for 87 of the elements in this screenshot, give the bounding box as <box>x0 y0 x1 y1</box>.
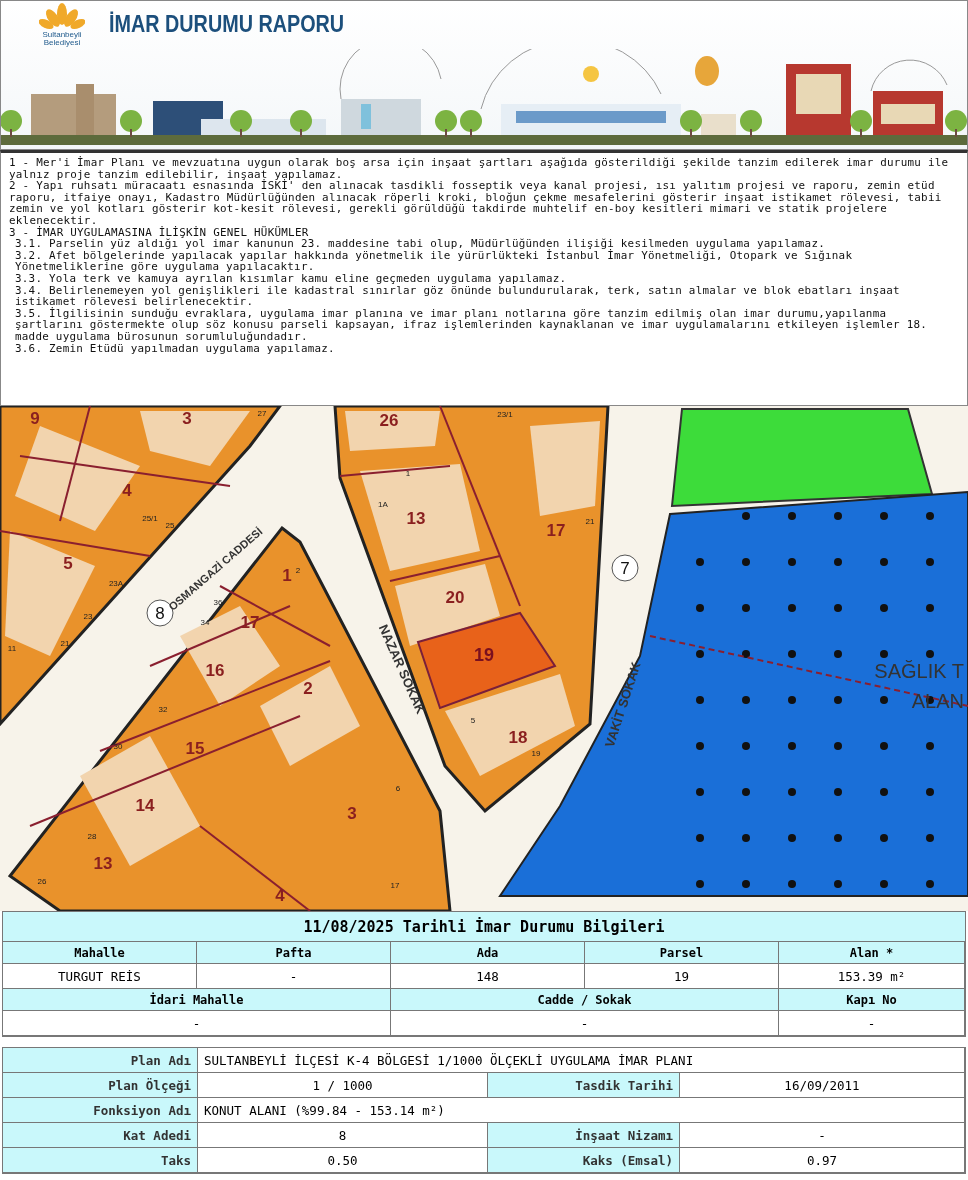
door-number: 27 <box>257 409 267 418</box>
field-label: Kat Adedi <box>3 1123 198 1148</box>
field-label: Fonksiyon Adı <box>3 1098 198 1123</box>
door-number: 6 <box>395 784 401 793</box>
table-cell: TURGUT REİS <box>3 964 197 989</box>
door-number: 28 <box>87 832 97 841</box>
door-number: 1 <box>405 469 411 478</box>
parcel-number: 4 <box>275 886 285 905</box>
parcel-number: 19 <box>474 645 494 665</box>
note-paragraph: 2 - Yapı ruhsatı müracaatı esnasında İSKİ' den alınacak tasdikli fosseptik veya kanal projesi, ısı yalıtım projesi ve raporu, zemin etüd raporu, itfaiye onayı, Kadastro Müdürlüğünden alınacak röperli kroki, bloğun çekme mesafelerini gösterir inşaat istikamet rölevesi, tabii zemin ve yol kotları gösterir kot-kesit rölevesi, gerekli görüldüğü takdirde muhtelif en-boy kesitleri mimari ve statik projelere eklenecektir. <box>9 180 943 227</box>
note-paragraph: 3.2. Afet bölgelerinde yapılacak yapılar hakkında yönetmelik ile yürürlükteki İstanbul İmar Yönetmeliği, Otopark ve Sığınak Yönetmeliklerine göre uygulama yapılacaktır. <box>14 249 854 273</box>
door-number: 5 <box>470 716 476 725</box>
note-paragraph: 3.4. Belirlenemeyen yol genişlikleri ile kadastral sınırlar göz önünde bulundurularak, terk, satın almalar ve blok ebatları inşaat istikamet rölevesi belirlenecektir. <box>14 284 901 308</box>
door-number: 17 <box>390 881 400 890</box>
note-paragraph: 3.5. İlgilisinin sunduğu evraklara, uygulama imar planına ve imar planı notlarına göre tanzim edilmiş olan imar durumu,yapılanma şartlarını göstermekte olup söz konusu parseli kapsayan, ifraz işlemlerinden kaynaklanan ve imar uygulamalarını etkileyen işlemler 18. madde uygulama bürosunun sorumluluğundadır. <box>14 307 929 343</box>
field-value: 0.97 <box>680 1148 965 1173</box>
logo-text: Sultanbeyli <box>42 31 82 39</box>
table-cell: - <box>197 964 391 989</box>
parcel-number: 18 <box>508 728 528 747</box>
field-label: Taks <box>3 1148 198 1173</box>
door-number: 23/1 <box>497 410 513 419</box>
door-number: 26 <box>37 877 47 886</box>
field-label: İnşaat Nizamı <box>488 1123 680 1148</box>
door-number: 19 <box>531 749 541 758</box>
parcel-number: 3 <box>182 409 192 428</box>
report-title: İMAR DURUMU RAPORU <box>109 11 345 38</box>
door-number: 23A <box>108 579 124 588</box>
table-cell: - <box>3 1011 391 1036</box>
parcel-number: 2 <box>303 679 313 698</box>
parcel-number: 4 <box>122 481 132 500</box>
field-value: 8 <box>198 1123 488 1148</box>
parcel-number: 20 <box>445 588 465 607</box>
area-label: ALAN <box>911 690 964 712</box>
note-paragraph: 3.3. Yola terk ve kamuya ayrılan kısımlar kamu eline geçmeden uygulama yapılamaz. <box>14 272 568 285</box>
parcel-number: 3 <box>347 804 357 823</box>
column-header: Pafta <box>197 942 391 964</box>
field-value: 1 / 1000 <box>198 1073 488 1098</box>
note-paragraph: 1 - Mer'i İmar Planı ve mevzuatına uygun olarak boş arsa için inşaat şartları aşağıda gösterildiği şekilde tanzim edilerek imar durumu ile yalnız proje tanzim edilebilir, inşaat yapılamaz. <box>9 157 950 181</box>
area-label: SAĞLIK T <box>874 660 964 682</box>
table-cell: 19 <box>585 964 779 989</box>
parcel-number: 15 <box>185 739 205 758</box>
parcel-number: 5 <box>63 554 73 573</box>
field-value: - <box>680 1123 965 1148</box>
parcel-number: 16 <box>205 661 225 680</box>
parcel-number: 14 <box>135 796 155 815</box>
door-number: 11 <box>7 644 17 653</box>
note-paragraph: 3 - İMAR UYGULAMASINA İLİŞKİN GENEL HÜKÜMLER <box>9 226 310 239</box>
table-title: 11/08/2025 Tarihli İmar Durumu Bilgileri <box>3 912 965 942</box>
parcel-number: 1 <box>282 566 292 585</box>
door-number: 2 <box>295 566 301 575</box>
door-number: 1A <box>378 500 388 509</box>
parcel-number: 13 <box>406 509 426 528</box>
door-number: 32 <box>158 705 168 714</box>
door-number: 30 <box>113 742 123 751</box>
field-label: Kaks (Emsal) <box>488 1148 680 1173</box>
flower-logo-icon <box>39 3 85 31</box>
field-value: 16/09/2011 <box>680 1073 965 1098</box>
logo-text: Belediyesi <box>43 39 81 47</box>
column-header: Ada <box>391 942 585 964</box>
table-cell: - <box>779 1011 965 1036</box>
column-header: Kapı No <box>779 989 965 1011</box>
field-label: Tasdik Tarihi <box>488 1073 680 1098</box>
column-header: Parsel <box>585 942 779 964</box>
door-number: 34 <box>200 618 210 627</box>
field-value: 0.50 <box>198 1148 488 1173</box>
field-label: Plan Adı <box>3 1048 198 1073</box>
table-cell: 153.39 m² <box>779 964 965 989</box>
note-paragraph: 3.6. Zemin Etüdü yapılmadan uygulama yapılamaz. <box>14 342 336 355</box>
note-paragraph: 3.1. Parselin yüz aldığı yol imar kanunun 23. maddesine tabi olup, Müdürlüğünden ilişiği kesilmeden uygulama yapılamaz. <box>14 238 825 250</box>
parcel-number: 17 <box>546 521 566 540</box>
table-cell: 148 <box>391 964 585 989</box>
column-header: Alan * <box>779 942 965 964</box>
door-number: 25/1 <box>142 514 158 523</box>
door-number: 23 <box>83 612 93 621</box>
column-header: Cadde / Sokak <box>391 989 779 1011</box>
column-header: İdari Mahalle <box>3 989 391 1011</box>
column-header: Mahalle <box>3 942 197 964</box>
field-label: Plan Ölçeği <box>3 1073 198 1098</box>
parcel-number: 17 <box>240 613 260 632</box>
parcel-number: 13 <box>93 854 113 873</box>
table-cell: - <box>391 1011 779 1036</box>
door-number: 21 <box>585 517 595 526</box>
parcel-number: 9 <box>30 409 40 428</box>
parcel-number: 26 <box>379 411 399 430</box>
door-number: 25 <box>165 521 175 530</box>
door-number: 21 <box>60 639 70 648</box>
road-number-marker: 7 <box>611 554 639 582</box>
